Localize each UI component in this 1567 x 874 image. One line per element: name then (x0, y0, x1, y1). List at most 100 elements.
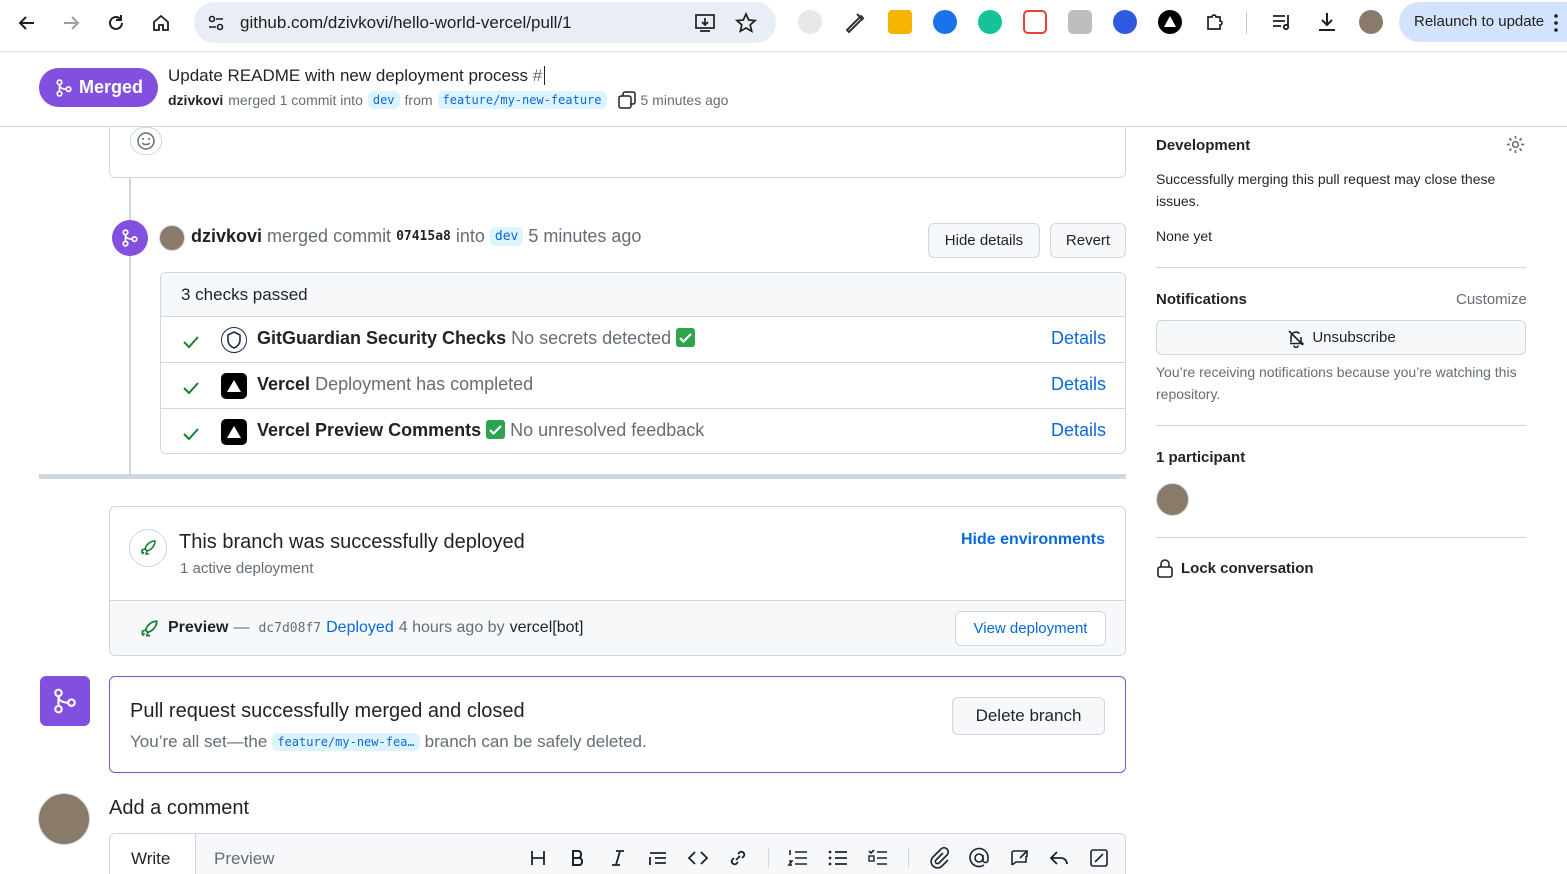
extension-grid-icon[interactable] (1023, 10, 1047, 34)
extension-zoom-icon[interactable] (1113, 10, 1137, 34)
unsubscribe-button[interactable]: Unsubscribe (1156, 320, 1526, 355)
commit-sha-link[interactable]: 07415a8 (396, 229, 451, 244)
delete-branch-button[interactable]: Delete branch (952, 697, 1105, 735)
check-text: Vercel Preview Comments No unresolved fe… (257, 420, 704, 441)
head-branch-chip[interactable]: feature/my-new-feature (437, 91, 607, 109)
bell-slash-icon (1288, 329, 1305, 348)
extension-basket-icon[interactable] (888, 10, 912, 34)
hide-environments-button[interactable]: Hide environments (961, 531, 1105, 549)
heading-icon[interactable] (527, 847, 549, 869)
extension-puzzle-gray-icon[interactable] (1068, 10, 1092, 34)
hide-details-button[interactable]: Hide details (928, 223, 1040, 258)
extension-s-icon[interactable] (933, 10, 957, 34)
lock-conversation-button[interactable]: Lock conversation (1156, 558, 1314, 578)
mention-icon[interactable] (968, 847, 990, 869)
toolbar-divider (768, 848, 769, 868)
quote-icon[interactable] (647, 847, 669, 869)
merged-closed-title: Pull request successfully merged and clo… (130, 700, 525, 722)
check-desc: Deployment has completed (315, 374, 534, 394)
branch-chip[interactable]: feature/my-new-fea… (272, 733, 420, 751)
bold-icon[interactable] (567, 847, 589, 869)
vercel-logo (221, 373, 247, 399)
pr-time: 5 minutes ago (640, 92, 729, 108)
deployment-dash: — (233, 619, 250, 636)
merge-event-text: dzivkovi merged commit 07415a8 into dev … (191, 226, 641, 247)
check-name: GitGuardian Security Checks (257, 328, 507, 348)
check-icon (183, 336, 199, 349)
merged-closed-text: You’re all set—the feature/my-new-fea… b… (130, 732, 647, 752)
add-comment-heading: Add a comment (109, 797, 250, 819)
extension-pen-icon[interactable] (843, 10, 867, 34)
saved-reply-icon[interactable] (1048, 847, 1070, 869)
merge-author-link[interactable]: dzivkovi (191, 226, 262, 247)
avatar[interactable] (159, 225, 185, 251)
check-row: GitGuardian Security Checks No secrets d… (161, 316, 1125, 362)
pr-number: # (532, 66, 543, 85)
pr-merged-text: merged 1 commit into (228, 92, 363, 108)
cross-reference-icon[interactable] (1008, 847, 1030, 869)
link-icon[interactable] (727, 847, 749, 869)
attach-icon[interactable] (928, 847, 950, 869)
tab-write-label: Write (131, 849, 171, 868)
relaunch-to-update-button[interactable]: Relaunch to update (1399, 2, 1567, 42)
reading-list-icon[interactable] (1270, 10, 1294, 34)
extension-grammarly-icon[interactable] (978, 10, 1002, 34)
task-list-icon[interactable] (867, 847, 889, 869)
address-bar[interactable]: github.com/dzivkovi/hello-world-vercel/p… (194, 2, 776, 43)
base-branch-chip[interactable]: dev (367, 91, 400, 109)
gear-icon[interactable] (1505, 134, 1526, 155)
home-icon[interactable] (146, 8, 176, 38)
deployment-bot-link[interactable]: vercel[bot] (510, 619, 584, 637)
check-desc: No secrets detected (511, 328, 672, 348)
merge-branch-chip[interactable]: dev (489, 227, 524, 246)
add-reaction-icon[interactable] (130, 127, 162, 155)
site-info-icon[interactable] (206, 13, 226, 33)
checks-header: 3 checks passed (161, 273, 1125, 316)
deployed-link[interactable]: Deployed (326, 619, 394, 637)
sidebar-divider (1156, 267, 1526, 268)
ordered-list-icon[interactable] (787, 847, 809, 869)
tab-preview[interactable]: Preview (214, 849, 274, 869)
browser-toolbar: github.com/dzivkovi/hello-world-vercel/p… (0, 0, 1567, 46)
sidebar-divider (1156, 537, 1526, 538)
view-deployment-button[interactable]: View deployment (955, 611, 1106, 646)
extensions-puzzle-icon[interactable] (1203, 10, 1227, 34)
italic-icon[interactable] (607, 847, 629, 869)
check-name: Vercel (257, 374, 311, 394)
deployment-title: This branch was successfully deployed (179, 531, 525, 553)
copy-icon[interactable] (617, 91, 636, 109)
check-details-link[interactable]: Details (1051, 374, 1106, 395)
downloads-icon[interactable] (1315, 10, 1339, 34)
profile-avatar[interactable] (1359, 10, 1383, 34)
green-checkbox-emoji (486, 420, 506, 439)
install-app-icon[interactable] (694, 12, 716, 34)
participant-avatar[interactable] (1156, 483, 1189, 516)
tab-write[interactable]: Write (110, 834, 196, 874)
checks-summary: 3 checks passed (181, 285, 308, 304)
check-details-link[interactable]: Details (1051, 328, 1106, 349)
extension-copilot-icon[interactable] (798, 10, 822, 34)
check-text: GitGuardian Security Checks No secrets d… (257, 328, 696, 349)
merged-text-2: branch can be safely deleted. (424, 732, 647, 751)
unordered-list-icon[interactable] (827, 847, 849, 869)
merge-event-icon (112, 220, 148, 256)
reload-icon[interactable] (101, 8, 131, 38)
fullscreen-icon[interactable] (1088, 847, 1110, 869)
merge-icon (56, 78, 72, 97)
back-icon[interactable] (12, 8, 42, 38)
notifications-text: You’re receiving notifications because y… (1156, 364, 1517, 402)
pr-author-link[interactable]: dzivkovi (168, 92, 223, 108)
check-details-link[interactable]: Details (1051, 420, 1106, 441)
bookmark-star-icon[interactable] (735, 12, 757, 34)
deployment-sha[interactable]: dc7d08f7 (258, 621, 321, 636)
pr-meta: dzivkovi merged 1 commit into dev from f… (168, 91, 728, 109)
merge-text-1: merged commit (267, 226, 392, 246)
customize-link[interactable]: Customize (1456, 289, 1527, 311)
green-checkbox-emoji (676, 328, 696, 347)
revert-button[interactable]: Revert (1050, 223, 1126, 258)
forward-icon[interactable] (56, 8, 86, 38)
browser-menu-icon[interactable] (1554, 14, 1558, 32)
extension-vercel-icon[interactable] (1158, 10, 1182, 34)
code-icon[interactable] (687, 847, 709, 869)
deployment-env: Preview (168, 619, 229, 636)
